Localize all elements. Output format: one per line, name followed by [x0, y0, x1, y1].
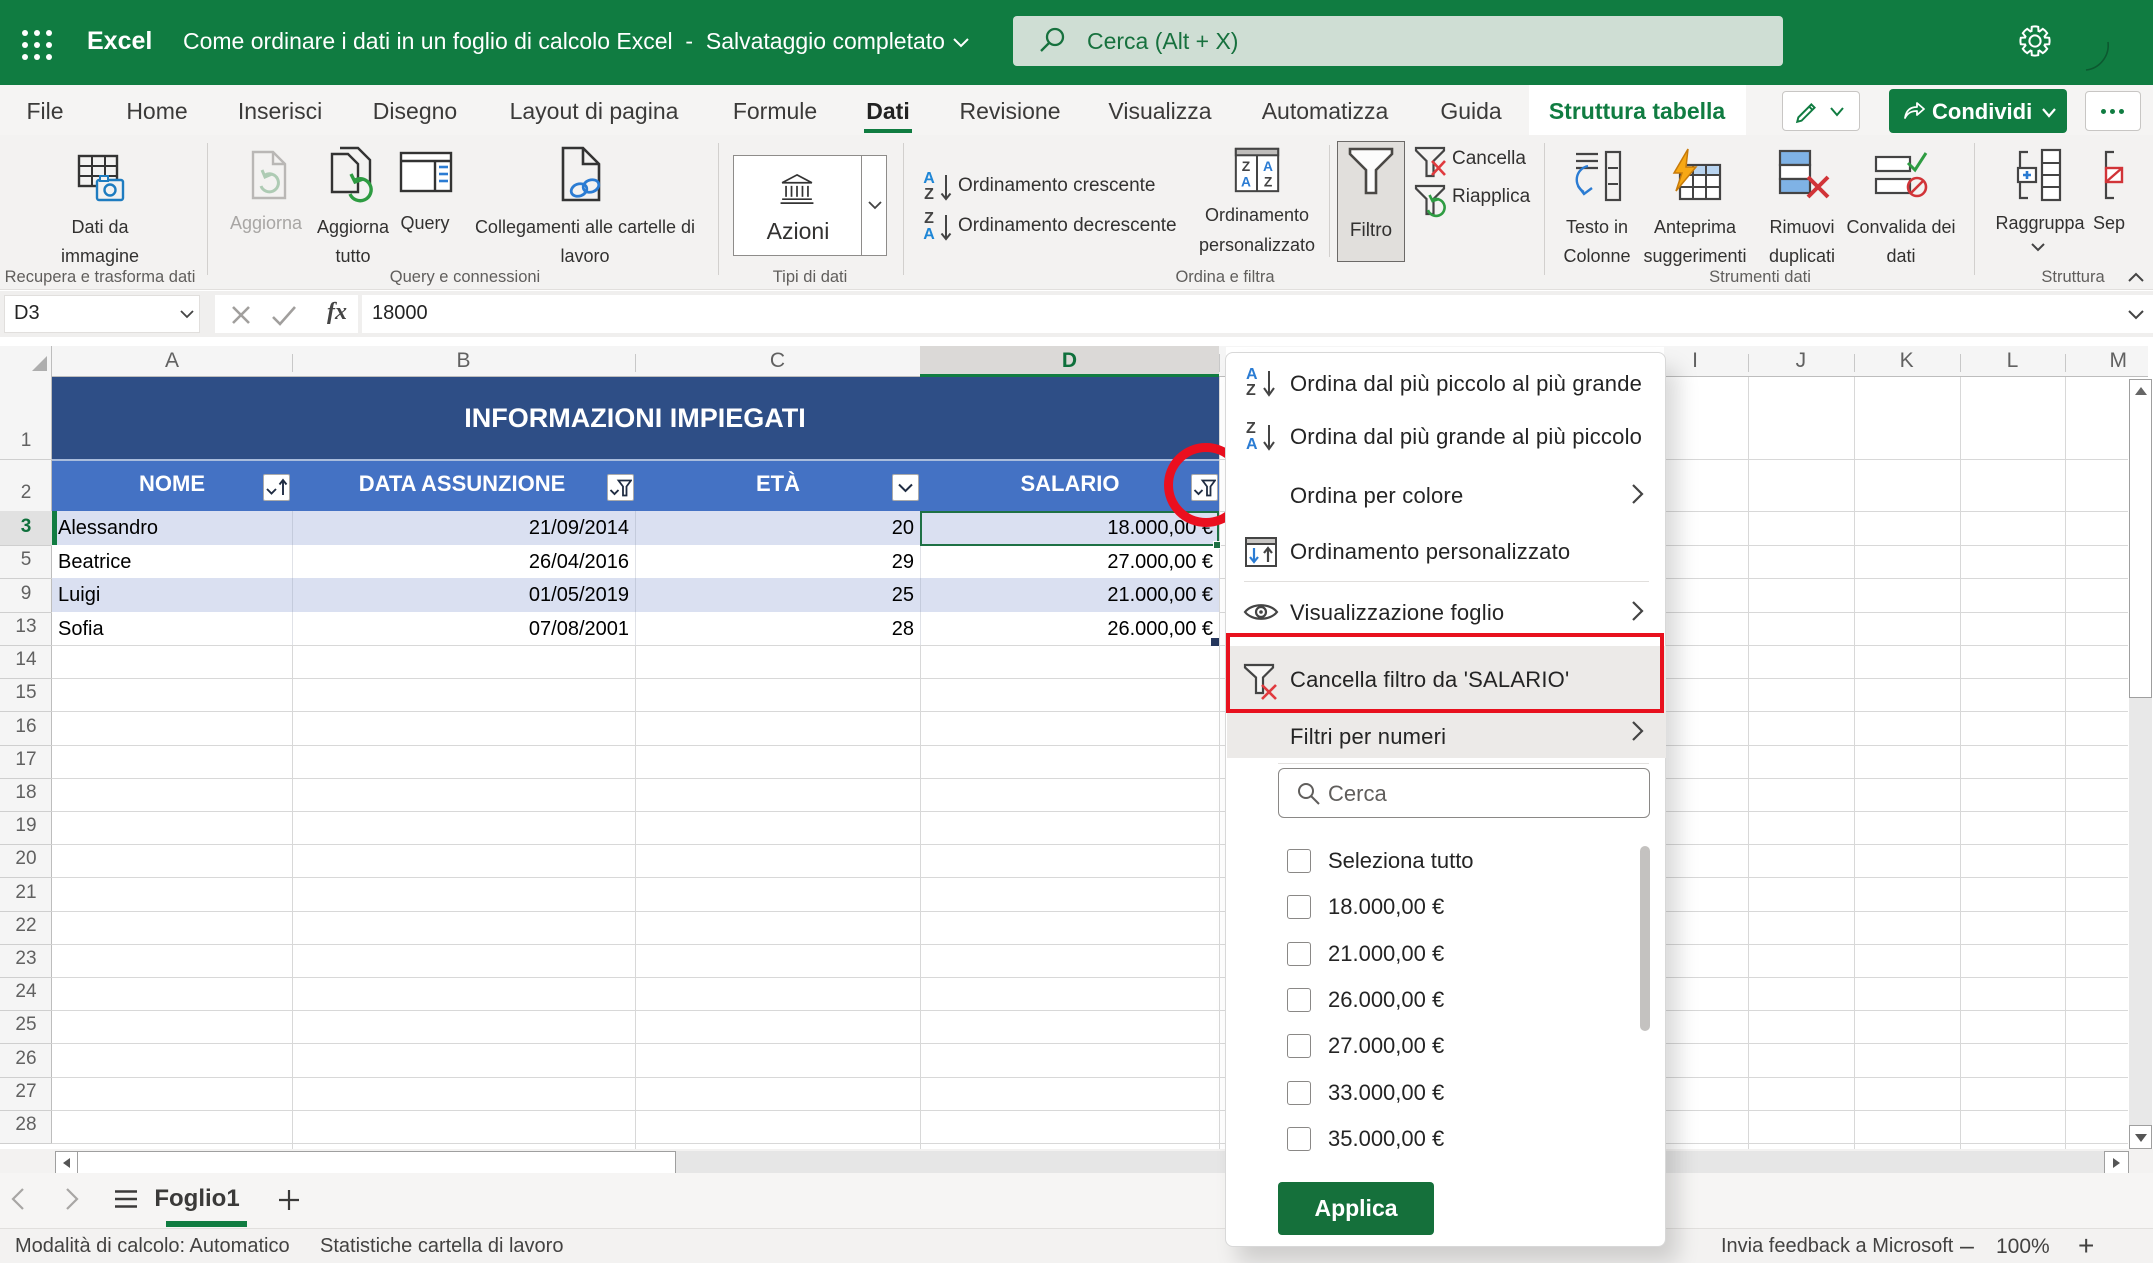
svg-text:Z: Z: [1242, 159, 1251, 174]
svg-text:A: A: [1241, 175, 1251, 190]
svg-text:A: A: [1263, 159, 1273, 174]
svg-text:Z: Z: [1264, 175, 1273, 190]
